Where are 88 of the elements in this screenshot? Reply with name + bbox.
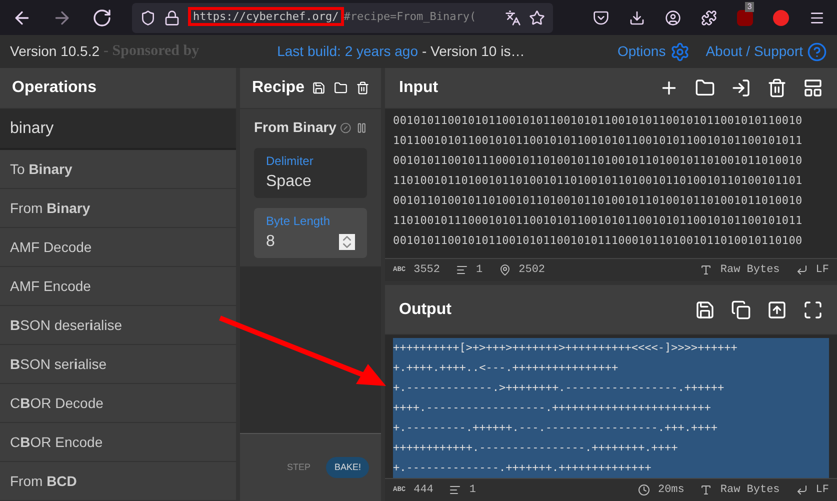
- download-icon[interactable]: [629, 10, 646, 26]
- trash-icon[interactable]: [356, 80, 370, 96]
- menu-icon[interactable]: [809, 10, 825, 26]
- search-field[interactable]: binary: [0, 109, 236, 150]
- output-text-line: +.---------.++++++.---.-----------------.+++.++++: [393, 420, 719, 436]
- operation-item[interactable]: BSON deserialise: [10, 314, 122, 336]
- bookmark-star-icon[interactable]: [529, 10, 546, 26]
- input-text-line[interactable]: 001010110010101100101011001010111000101101001011010010110100: [393, 231, 829, 251]
- about-link[interactable]: About / Support: [706, 41, 803, 62]
- panel-title: Input: [399, 78, 440, 98]
- save-icon[interactable]: [312, 80, 326, 96]
- location-pin-icon: [498, 264, 511, 276]
- layout-icon[interactable]: [803, 78, 823, 98]
- field-label: Byte Length: [266, 213, 332, 230]
- pause-icon[interactable]: [356, 122, 367, 134]
- return-icon[interactable]: [796, 484, 808, 496]
- text-size-icon[interactable]: [700, 264, 712, 276]
- output-text-line: +.--------------.+++++++.++++++++++++++: [393, 460, 652, 476]
- url-host: https://cyberchef.org/: [188, 7, 344, 26]
- line-count: 1: [469, 482, 476, 498]
- copy-icon[interactable]: [731, 300, 751, 320]
- reload-icon[interactable]: [92, 8, 112, 28]
- replace-input-icon[interactable]: [767, 300, 787, 320]
- return-icon[interactable]: [796, 264, 808, 276]
- output-text-line: ++++++++++[>+>+++>+++++++>++++++++++<<<<-]>>>>++++++: [393, 340, 738, 356]
- shield-icon: [140, 10, 156, 26]
- operation-item[interactable]: CBOR Encode: [10, 432, 103, 452]
- input-text-line[interactable]: 101100101011001010110010101100101011001010110010101100101011: [393, 131, 829, 151]
- save-icon[interactable]: [695, 300, 715, 320]
- operation-item[interactable]: From Binary: [10, 198, 90, 218]
- version-label: Version 10.5.2: [10, 42, 100, 61]
- output-text-area[interactable]: [393, 338, 829, 478]
- account-icon[interactable]: [665, 10, 682, 26]
- operation-item[interactable]: To Binary: [10, 158, 72, 180]
- output-text-line: ++++++++++++.----------------.++++++++.++++: [393, 440, 679, 456]
- fullscreen-icon[interactable]: [803, 300, 823, 320]
- trash-icon[interactable]: [767, 78, 787, 98]
- input-text-line[interactable]: 001010110010101100101011001010110010101100101011001010110010: [393, 111, 829, 131]
- spinner-icon[interactable]: [339, 234, 355, 250]
- encoding-selector[interactable]: Raw Bytes: [720, 482, 780, 498]
- folder-icon[interactable]: [695, 78, 715, 98]
- folder-icon[interactable]: [334, 80, 348, 96]
- output-text-line: +.++++.++++..<---.++++++++++++++++: [393, 360, 620, 376]
- output-text-line: +.-------------.>++++++++.-----------------.++++++: [393, 380, 726, 396]
- panel-title: Operations: [12, 78, 96, 98]
- text-size-icon[interactable]: [700, 484, 712, 496]
- panel-title: Output: [399, 300, 452, 320]
- lines-icon: [449, 484, 462, 496]
- char-count: 444: [414, 482, 434, 498]
- bake-button[interactable]: BAKE!: [326, 456, 369, 478]
- input-text-line[interactable]: 001011010010110100101101001011010010110100101101001011010010: [393, 191, 829, 211]
- translate-icon[interactable]: [505, 10, 522, 26]
- operation-item[interactable]: AMF Encode: [10, 276, 91, 296]
- encoding-selector[interactable]: Raw Bytes: [720, 262, 780, 278]
- settings-icon[interactable]: [670, 42, 690, 62]
- field-label: Delimiter: [266, 153, 314, 170]
- import-icon[interactable]: [731, 78, 751, 98]
- line-count: 1: [476, 262, 483, 278]
- disable-icon[interactable]: [340, 122, 352, 134]
- output-text-line: ++++.------------------.++++++++++++++++++++++++: [393, 400, 712, 416]
- char-count: 3552: [414, 262, 440, 278]
- options-link[interactable]: Options: [617, 41, 666, 62]
- lock-icon: [164, 10, 180, 26]
- field-value: Space: [266, 172, 312, 192]
- operation-name: From Binary: [254, 118, 336, 137]
- operation-item[interactable]: From BCD: [10, 470, 77, 492]
- help-icon[interactable]: [807, 42, 827, 62]
- field-value: 8: [266, 232, 276, 252]
- extension-badge: 3: [745, 2, 754, 12]
- operation-item[interactable]: AMF Decode: [10, 236, 92, 258]
- input-text-line[interactable]: 110100101110001010110010101100101011001010110010101100101011: [393, 211, 829, 231]
- argument-field[interactable]: Byte Length 8: [254, 208, 367, 258]
- argument-field[interactable]: Delimiter Space: [254, 148, 367, 198]
- input-text-line[interactable]: 001010110010111000101101001011010010110100101101001011010010: [393, 151, 829, 171]
- lines-icon: [456, 264, 468, 276]
- input-text-line[interactable]: 110100101101001011010010110100101101001011010010110100101101: [393, 171, 829, 191]
- cursor-position: 2502: [518, 262, 546, 278]
- last-build-link[interactable]: Last build: 2 years ago: [277, 41, 418, 62]
- bake-time: 20ms: [658, 482, 684, 498]
- clock-icon: [638, 484, 650, 496]
- operation-item[interactable]: CBOR Decode: [10, 392, 104, 414]
- extensions-icon[interactable]: [701, 10, 718, 26]
- operation-item[interactable]: BSON serialise: [10, 354, 106, 374]
- pocket-icon[interactable]: [593, 10, 610, 26]
- version-note: - Version 10 is…: [422, 42, 525, 61]
- eol-selector[interactable]: LF: [816, 482, 829, 498]
- panel-title: Recipe: [252, 78, 304, 98]
- eol-selector[interactable]: LF: [816, 262, 829, 278]
